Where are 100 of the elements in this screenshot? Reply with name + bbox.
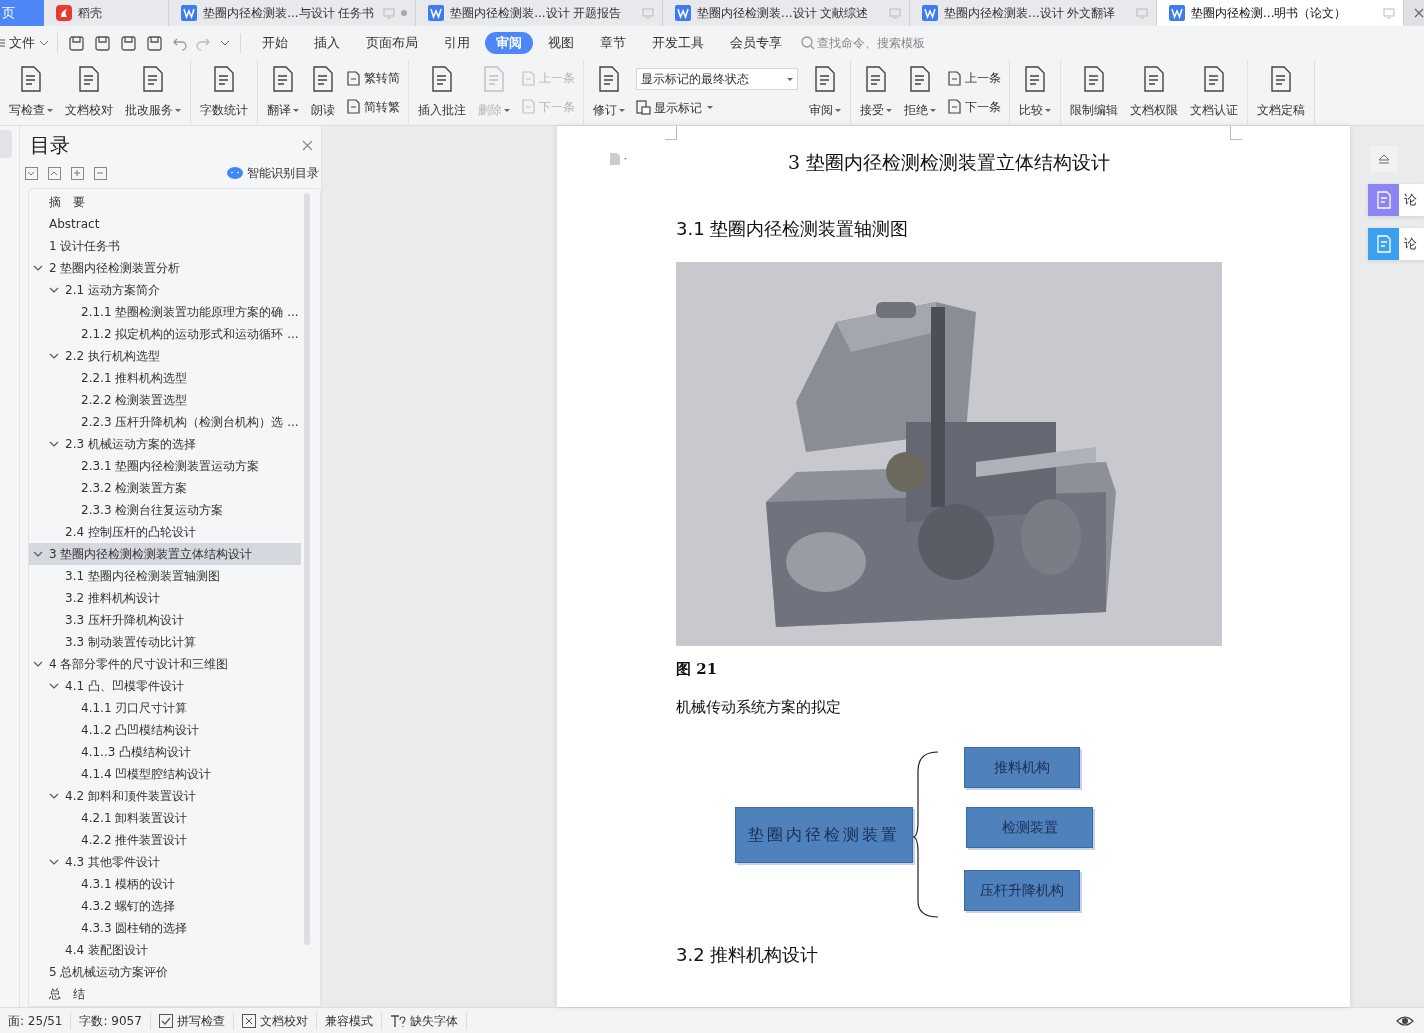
document-tab[interactable]: 垫圈内径检测装...设计 外文翻译 [910,0,1158,26]
collapse-all-icon[interactable] [25,166,38,180]
toc-item[interactable]: 3.3 压杆升降机构设计 [29,609,301,631]
ribbon-button[interactable]: 限制编辑 [1065,64,1123,121]
chevron-down-icon[interactable] [49,681,59,691]
expand-up-icon[interactable] [48,166,61,180]
side-card[interactable]: 论 [1368,184,1424,216]
menu-tab[interactable]: 会员专享 [719,32,793,54]
status-button[interactable]: 缺失字体 [381,1011,467,1030]
ribbon-button[interactable]: 字数统计 [195,64,253,121]
toc-item[interactable]: 4.4 装配图设计 [29,939,301,961]
toc-item[interactable]: 4.1.2 凸凹模结构设计 [29,719,301,741]
side-card[interactable]: 论 [1368,228,1424,260]
toc-item[interactable]: 摘 要 [29,191,301,213]
toc-item[interactable]: 4.2 卸料和顶件装置设计 [29,785,301,807]
minus-icon[interactable] [94,166,107,180]
close-icon[interactable] [302,139,313,151]
toc-item[interactable]: 5 总机械运动方案评价 [29,961,301,983]
document-tab[interactable]: 垫圈内径检测装...设计 文献综述 [663,0,911,26]
toc-item[interactable]: 2.3.1 垫圈内径检测装置运动方案 [29,455,301,477]
chevron-down-icon[interactable] [49,351,59,361]
chevron-down-icon[interactable] [49,439,59,449]
toc-item[interactable]: 2.4 控制压杆的凸轮设计 [29,521,301,543]
toc-item[interactable]: 3.1 垫圈内径检测装置轴测图 [29,565,301,587]
document-tab[interactable]: 垫圈内径检测装...与设计 任务书 [169,0,417,26]
document-tab[interactable]: 稻壳 [43,0,170,26]
menu-tab[interactable]: 引用 [433,32,481,54]
toc-item[interactable]: 2.1.2 拟定机构的运动形式和运动循环 ... [29,323,301,345]
ribbon-button[interactable]: 文档定稿 [1252,64,1310,121]
close-icon[interactable] [1414,8,1424,18]
chevron-down-icon[interactable] [33,549,43,559]
status-button[interactable]: 文档校对 [233,1011,317,1030]
chevron-down-icon[interactable] [49,857,59,867]
toc-item[interactable]: 3.3 制动装置传动比计算 [29,631,301,653]
toc-item[interactable]: 2.2.2 检测装置选型 [29,389,301,411]
ribbon-button[interactable]: 修订 [588,64,630,121]
document-tab[interactable]: 垫圈内径检测装...设计 开题报告 [416,0,664,26]
chevron-down-icon[interactable] [33,659,43,669]
ribbon-button[interactable]: 简转繁 [346,97,400,116]
toc-item[interactable]: 2.1.1 垫圈检测装置功能原理方案的确 ... [29,301,301,323]
toc-item[interactable]: 4.1 凸、凹模零件设计 [29,675,301,697]
toc-item[interactable]: 2.2 执行机构选型 [29,345,301,367]
ribbon-button[interactable]: 拒绝 [899,64,941,121]
ribbon-button[interactable]: 上一条 [947,69,1001,88]
toc-item[interactable]: 2 垫圈内径检测装置分析 [29,257,301,279]
ribbon-button[interactable]: 比较 [1014,64,1056,121]
toc-item[interactable]: 4.2.2 推件装置设计 [29,829,301,851]
menu-tab[interactable]: 视图 [537,32,585,54]
toc-item[interactable]: 4.3.1 模柄的设计 [29,873,301,895]
search-field[interactable]: 查找命令、搜索模板 [801,34,967,52]
smart-toc-button[interactable]: 智能识别目录 [227,164,319,182]
menu-tab[interactable]: 开发工具 [641,32,715,54]
toc-item[interactable]: 2.3.3 检测台往复运动方案 [29,499,301,521]
menu-tab[interactable]: 开始 [251,32,299,54]
ribbon-button[interactable]: 批改服务 [120,64,186,121]
toc-item[interactable]: 2.2.3 压杆升降机构（检测台机构）选 ... [29,411,301,433]
menu-tab[interactable]: 章节 [589,32,637,54]
ribbon-button[interactable]: 接受 [855,64,897,121]
ribbon-button[interactable]: 朗读 [306,64,340,121]
toc-item[interactable]: 4.1.1 刃口尺寸计算 [29,697,301,719]
toc-item[interactable]: 1 设计任务书 [29,235,301,257]
file-menu[interactable]: 文件 [0,26,57,60]
toc-item[interactable]: 总 结 [29,983,301,1005]
toc-item[interactable]: 4.1..3 凸模结构设计 [29,741,301,763]
ribbon-button[interactable]: 插入批注 [413,64,471,121]
ribbon-button[interactable]: 翻译 [262,64,304,121]
toc-item[interactable]: 2.1 运动方案简介 [29,279,301,301]
chevron-down-icon[interactable] [220,40,230,46]
toc-item[interactable]: 4.3 其他零件设计 [29,851,301,873]
chevron-down-icon[interactable] [33,263,43,273]
ribbon-button[interactable]: 文档权限 [1125,64,1183,121]
ribbon-button[interactable]: 文档认证 [1185,64,1243,121]
menu-tab[interactable]: 插入 [303,32,351,54]
toc-item[interactable]: 3 垫圈内径检测检测装置立体结构设计 [29,543,301,565]
toc-item[interactable]: 2.3 机械运动方案的选择 [29,433,301,455]
toc-item[interactable]: 2.2.1 推料机构选型 [29,367,301,389]
ribbon-button[interactable]: 审阅 [804,64,846,121]
chevron-down-icon[interactable] [49,285,59,295]
ribbon-button[interactable]: 写检查 [4,64,58,121]
toc-item[interactable]: 2.3.2 检测装置方案 [29,477,301,499]
menu-tab[interactable]: 页面布局 [355,32,429,54]
ribbon-button[interactable]: 显示标记 [636,98,798,117]
toc-item[interactable]: 4 各部分零件的尺寸设计和三维图 [29,653,301,675]
document-tab[interactable]: 垫圈内径检测...明书（论文） [1157,0,1404,26]
ribbon-button[interactable]: 下一条 [947,97,1001,116]
status-button[interactable]: 拼写检查 [150,1011,234,1030]
toc-item[interactable]: 4.3.2 螺钉的选择 [29,895,301,917]
toc-item[interactable]: 3.2 推料机构设计 [29,587,301,609]
toc-item[interactable]: Abstract [29,213,301,235]
toc-item[interactable]: 4.1.4 凹模型腔结构设计 [29,763,301,785]
document-app-icon [428,5,445,21]
save-icon[interactable] [68,34,85,52]
ribbon-button[interactable]: 文档校对 [60,64,118,121]
toc-item[interactable]: 4.2.1 卸料装置设计 [29,807,301,829]
plus-icon[interactable] [71,166,84,180]
toc-item[interactable]: 4.3.3 圆柱销的选择 [29,917,301,939]
ribbon-button[interactable]: 繁转简 [346,69,400,88]
chevron-down-icon[interactable] [49,791,59,801]
dropdown-field[interactable]: 显示标记的最终状态 [636,68,798,91]
missing-font-icon [389,1013,406,1028]
